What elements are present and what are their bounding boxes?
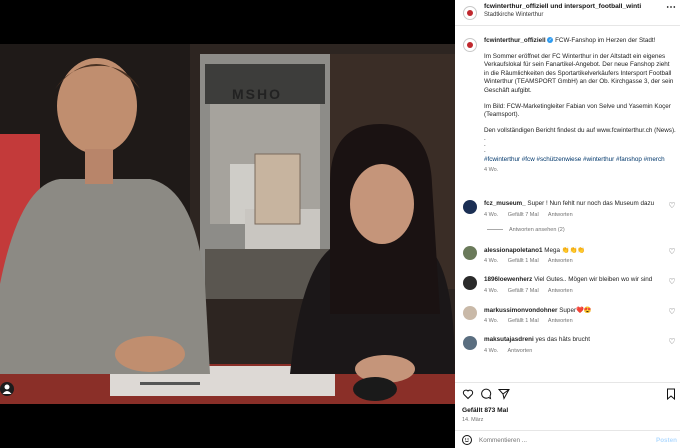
caption-title: FCW-Fanshop im Herzen der Stadt! bbox=[555, 37, 656, 44]
comment-likes[interactable]: Gefällt 1 Mal bbox=[508, 318, 539, 324]
comment-age: 4 Wo. bbox=[484, 348, 499, 354]
comment-username[interactable]: alessionapoletano1 bbox=[484, 247, 542, 254]
comment-avatar[interactable] bbox=[463, 246, 477, 260]
comment-likes[interactable]: Gefällt 7 Mal bbox=[508, 288, 539, 294]
comment-body: Super❤️😍 bbox=[559, 307, 592, 314]
comment-age: 4 Wo. bbox=[484, 318, 499, 324]
comment-username[interactable]: maksutajasdreni bbox=[484, 336, 534, 343]
comment-text: alessionapoletano1 Mega 👏👏👏 bbox=[484, 246, 664, 254]
caption-avatar[interactable] bbox=[463, 38, 477, 52]
comments-panel: fcwinterthur_offiziell und intersport_fo… bbox=[455, 0, 680, 448]
post-date: 14. März bbox=[462, 417, 484, 423]
more-dots-icon[interactable]: ⋯ bbox=[666, 2, 676, 13]
caption-username[interactable]: fcwinterthur_offiziell bbox=[484, 37, 546, 44]
header-accounts[interactable]: fcwinterthur_offiziell und intersport_fo… bbox=[484, 3, 641, 10]
comment-username[interactable]: fcz_museum_ bbox=[484, 200, 526, 207]
comment-age: 4 Wo. bbox=[484, 212, 499, 218]
comment-likes[interactable]: Gefällt 7 Mal bbox=[508, 212, 539, 218]
comment-body: Viel Gutes.. Mögen wir bleiben wo wir si… bbox=[534, 276, 653, 283]
comment-reply-button[interactable]: Antworten bbox=[548, 212, 573, 218]
comment-like-icon[interactable]: ♡ bbox=[668, 202, 676, 210]
comment-username[interactable]: markussimonvondohner bbox=[484, 307, 557, 314]
like-heart-icon[interactable] bbox=[462, 388, 474, 400]
save-bookmark-icon[interactable] bbox=[665, 388, 677, 400]
view-replies[interactable]: Antworten ansehen (2) bbox=[487, 227, 573, 233]
comment-input[interactable] bbox=[479, 434, 639, 446]
comment-avatar[interactable] bbox=[463, 276, 477, 290]
comment-reply-button[interactable]: Antworten bbox=[548, 318, 573, 324]
comment-avatar[interactable] bbox=[463, 336, 477, 350]
comment-reply-button[interactable]: Antworten bbox=[508, 348, 533, 354]
comment-meta: 4 Wo. Gefällt 7 Mal Antworten bbox=[484, 288, 581, 294]
storefront-lettering: MSHO bbox=[232, 86, 282, 102]
post-caption: fcwinterthur_offiziell ✓ FCW-Fanshop im … bbox=[484, 37, 676, 175]
photo-pane: MSHO bbox=[0, 0, 455, 448]
caption-dots: . . . bbox=[484, 135, 486, 155]
comment-meta: 4 Wo. Gefällt 7 Mal Antworten bbox=[484, 212, 581, 218]
comment-reply-button[interactable]: Antworten bbox=[548, 258, 573, 264]
comment-text: maksutajasdreni yes das häts brucht bbox=[484, 336, 664, 343]
comment-text: fcz_museum_ Super ! Nun fehlt nur noch d… bbox=[484, 200, 664, 207]
post-likes-count[interactable]: Gefällt 873 Mal bbox=[462, 407, 508, 414]
comment-text: 1896loewenherz Viel Gutes.. Mögen wir bl… bbox=[484, 276, 664, 283]
comment-reply-button[interactable]: Antworten bbox=[548, 288, 573, 294]
comment-body: yes das häts brucht bbox=[535, 336, 591, 343]
comment-age: 4 Wo. bbox=[484, 258, 499, 264]
comment-like-icon[interactable]: ♡ bbox=[668, 248, 676, 256]
comment-body: Super ! Nun fehlt nur noch das Museum da… bbox=[527, 200, 655, 207]
comment-likes[interactable]: Gefällt 1 Mal bbox=[508, 258, 539, 264]
caption-paragraph-3: Den vollständigen Bericht findest du auf… bbox=[484, 126, 676, 134]
view-replies-label[interactable]: Antworten ansehen (2) bbox=[509, 227, 565, 233]
share-send-icon[interactable] bbox=[498, 388, 510, 400]
header-location[interactable]: Stadtkirche Winterthur bbox=[484, 12, 543, 18]
comment-body: Mega 👏👏👏 bbox=[544, 247, 586, 254]
comment-like-icon[interactable]: ♡ bbox=[668, 338, 676, 346]
photo-scene bbox=[0, 44, 455, 404]
comment-text: markussimonvondohner Super❤️😍 bbox=[484, 306, 664, 314]
comment-meta: 4 Wo. Antworten bbox=[484, 348, 540, 354]
caption-paragraph-1: Im Sommer eröffnet der FC Winterthur in … bbox=[484, 52, 674, 94]
post-comment-button[interactable]: Posten bbox=[656, 437, 677, 444]
verified-badge-icon: ✓ bbox=[547, 37, 554, 44]
comment-like-icon[interactable]: ♡ bbox=[668, 308, 676, 316]
comment-meta: 4 Wo. Gefällt 1 Mal Antworten bbox=[484, 258, 581, 264]
tagged-users-icon[interactable] bbox=[0, 382, 14, 396]
comment-username[interactable]: 1896loewenherz bbox=[484, 276, 532, 283]
comment-age: 4 Wo. bbox=[484, 288, 499, 294]
account-avatar[interactable] bbox=[463, 6, 477, 20]
comment-meta: 4 Wo. Gefällt 1 Mal Antworten bbox=[484, 318, 581, 324]
comment-like-icon[interactable]: ♡ bbox=[668, 278, 676, 286]
comment-bubble-icon[interactable] bbox=[480, 388, 492, 400]
caption-age: 4 Wo. bbox=[484, 166, 499, 173]
comment-avatar[interactable] bbox=[463, 200, 477, 214]
caption-hashtags[interactable]: #fcwinterthur #fcw #schützenwiese #winte… bbox=[484, 156, 676, 165]
comment-avatar[interactable] bbox=[463, 306, 477, 320]
emoji-icon[interactable] bbox=[462, 435, 472, 445]
caption-paragraph-2: Im Bild: FCW-Marketingleiter Fabian von … bbox=[484, 102, 671, 119]
post-photo: MSHO bbox=[0, 44, 455, 404]
